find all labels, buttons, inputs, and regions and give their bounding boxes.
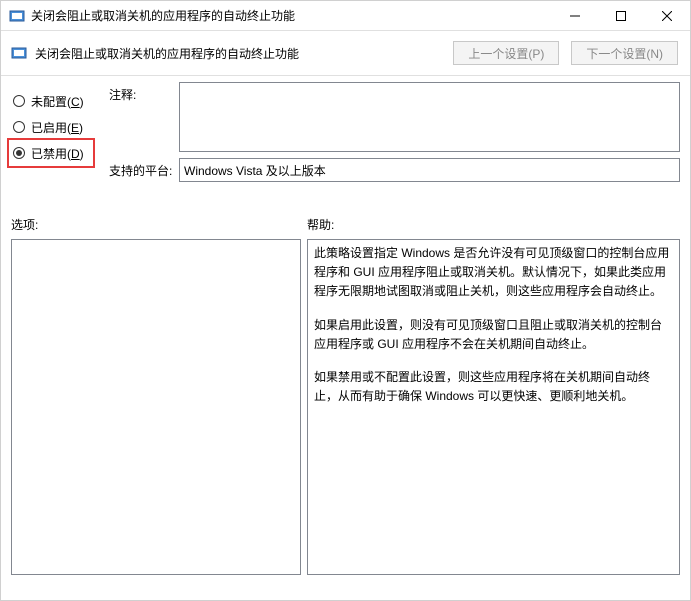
divider	[1, 75, 690, 76]
help-text: 此策略设置指定 Windows 是否允许没有可见顶级窗口的控制台应用程序和 GU…	[314, 244, 673, 302]
radio-icon	[13, 147, 25, 159]
platform-value: Windows Vista 及以上版本	[184, 162, 326, 179]
config-area: 未配置(C) 已启用(E) 已禁用(D) 注释: 支持的平台: Windows …	[1, 80, 690, 188]
radio-group: 未配置(C) 已启用(E) 已禁用(D)	[11, 82, 101, 188]
radio-label: 已禁用(D)	[31, 145, 84, 162]
comment-input[interactable]	[179, 82, 680, 152]
radio-disabled[interactable]: 已禁用(D)	[9, 140, 93, 166]
app-icon	[9, 8, 25, 24]
options-pane	[11, 239, 301, 575]
close-button[interactable]	[644, 1, 690, 30]
radio-icon	[13, 95, 25, 107]
help-label: 帮助:	[307, 216, 680, 233]
platform-label: 支持的平台:	[109, 158, 179, 182]
radio-enabled[interactable]: 已启用(E)	[11, 114, 101, 140]
comment-label: 注释:	[109, 82, 179, 152]
header-title: 关闭会阻止或取消关机的应用程序的自动终止功能	[35, 45, 441, 62]
maximize-button[interactable]	[598, 1, 644, 30]
radio-not-configured[interactable]: 未配置(C)	[11, 88, 101, 114]
minimize-button[interactable]	[552, 1, 598, 30]
header: 关闭会阻止或取消关机的应用程序的自动终止功能 上一个设置(P) 下一个设置(N)	[1, 31, 690, 75]
help-text: 如果禁用或不配置此设置，则这些应用程序将在关机期间自动终止，从而有助于确保 Wi…	[314, 368, 673, 406]
prev-setting-button[interactable]: 上一个设置(P)	[453, 41, 559, 65]
radio-label: 已启用(E)	[31, 119, 83, 136]
radio-icon	[13, 121, 25, 133]
help-pane: 此策略设置指定 Windows 是否允许没有可见顶级窗口的控制台应用程序和 GU…	[307, 239, 680, 575]
help-text: 如果启用此设置，则没有可见顶级窗口且阻止或取消关机的控制台应用程序或 GUI 应…	[314, 316, 673, 354]
titlebar: 关闭会阻止或取消关机的应用程序的自动终止功能	[1, 1, 690, 31]
next-setting-button[interactable]: 下一个设置(N)	[571, 41, 678, 65]
window-title: 关闭会阻止或取消关机的应用程序的自动终止功能	[31, 7, 552, 24]
policy-icon	[11, 45, 27, 61]
radio-label: 未配置(C)	[31, 93, 84, 110]
section-labels: 选项: 帮助:	[1, 188, 690, 239]
options-label: 选项:	[11, 216, 307, 233]
supported-platform: Windows Vista 及以上版本	[179, 158, 680, 182]
window-controls	[552, 1, 690, 30]
